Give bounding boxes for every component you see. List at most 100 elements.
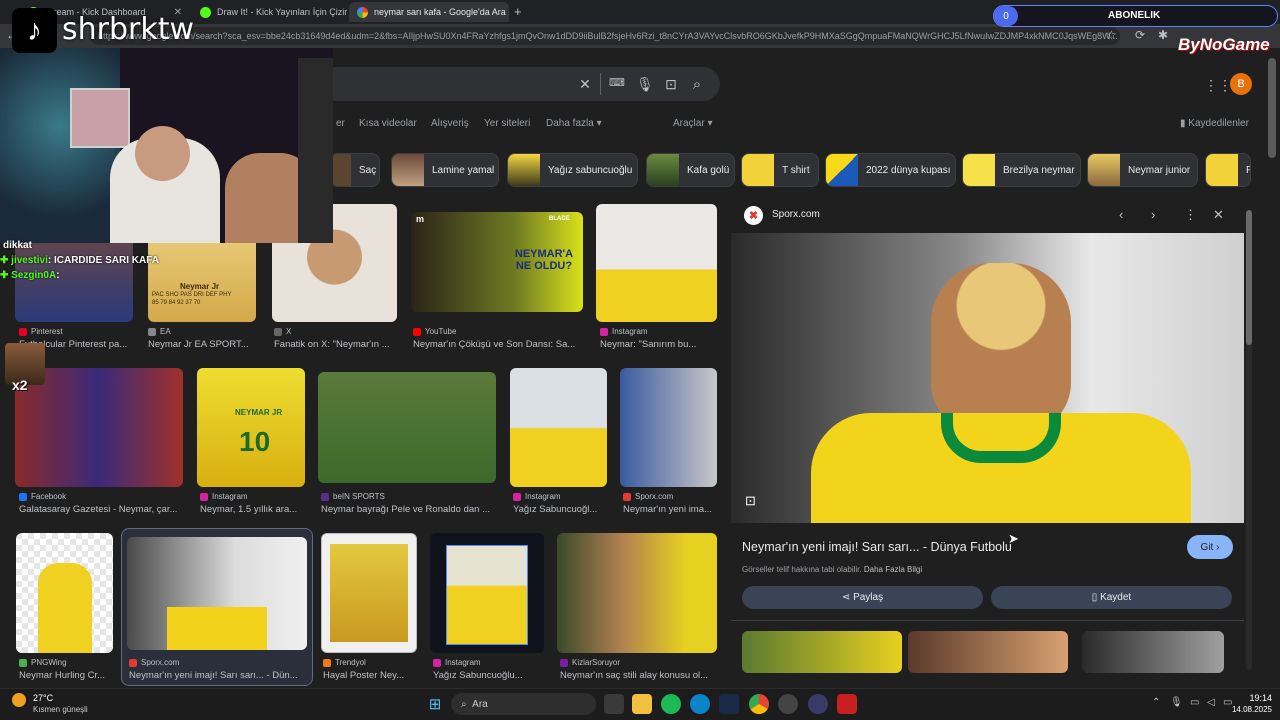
edge-icon[interactable] xyxy=(690,694,710,714)
microphone-icon[interactable]: 🎙 xyxy=(1170,697,1183,708)
next-icon[interactable]: › xyxy=(1151,207,1155,222)
chip-sac[interactable]: Saç xyxy=(330,153,380,187)
preview-image[interactable]: ⊡ xyxy=(731,233,1244,523)
steam-icon[interactable] xyxy=(719,694,739,714)
close-icon[interactable]: ✕ xyxy=(506,7,509,18)
related-image[interactable] xyxy=(742,631,902,673)
bookmark-star-icon[interactable]: ☆ xyxy=(1106,28,1117,42)
prev-icon[interactable]: ‹ xyxy=(1119,207,1123,222)
divider xyxy=(600,73,601,95)
result-image[interactable] xyxy=(557,533,717,653)
weather-desc[interactable]: Kısmen güneşli xyxy=(33,705,88,714)
lens-icon[interactable]: ⊡ xyxy=(745,493,756,509)
chip-brezilya[interactable]: Brezilya neymar xyxy=(962,153,1081,187)
result-caption[interactable]: Yağız Sabuncuoğl... xyxy=(513,504,609,515)
more-options-icon[interactable]: ⋮ xyxy=(1184,207,1197,223)
windows-start-icon[interactable]: ⊞ xyxy=(425,694,445,714)
tools-button[interactable]: Araçlar ▾ xyxy=(673,118,713,129)
clear-icon[interactable]: ✕ xyxy=(577,76,593,93)
result-caption[interactable]: Neymar'ın yeni ima... xyxy=(623,504,718,515)
jersey-number: 10 xyxy=(239,426,271,457)
spotify-icon[interactable] xyxy=(661,694,681,714)
result-image[interactable] xyxy=(127,537,307,650)
app-icon[interactable] xyxy=(778,694,798,714)
result-caption[interactable]: Neymar bayrağı Pele ve Ronaldo dan ... xyxy=(321,504,497,515)
related-image[interactable] xyxy=(908,631,1068,673)
share-button[interactable]: ⋖ Paylaş xyxy=(742,586,983,609)
nav-shopping[interactable]: Alışveriş xyxy=(431,118,469,129)
result-caption[interactable]: Neymar Jr EA SPORT... xyxy=(148,339,258,350)
chip-lamine-yamal[interactable]: Lamine yamal xyxy=(391,153,499,187)
result-image[interactable]: m BLADE NEYMAR'A NE OLDU? xyxy=(411,212,583,312)
more-info-link[interactable]: Daha Fazla Bilgi xyxy=(864,565,922,574)
result-caption[interactable]: Neymar Hurling Cr... xyxy=(19,670,114,681)
tab-draw-it[interactable]: Draw It! - Kick Yayınları İçin Çizim ✕ xyxy=(192,2,347,22)
extensions-icon[interactable]: ⟳ xyxy=(1135,28,1145,42)
lens-icon[interactable]: ⊡ xyxy=(663,76,679,93)
result-caption[interactable]: Yağız Sabuncuoğlu... xyxy=(433,670,543,681)
apps-grid-icon[interactable]: ⋮⋮ xyxy=(1204,77,1232,94)
result-image[interactable] xyxy=(16,533,113,653)
avatar[interactable]: B xyxy=(1230,73,1252,95)
result-caption[interactable]: Neymar, 1.5 yıllık ara... xyxy=(200,504,305,515)
result-image[interactable] xyxy=(318,372,496,483)
chip-fu[interactable]: Fu xyxy=(1205,153,1251,187)
url-field[interactable]: https://www.google.com/search?sca_esv=bb… xyxy=(90,27,1120,45)
file-explorer-icon[interactable] xyxy=(632,694,652,714)
discord-icon[interactable] xyxy=(808,694,828,714)
result-image[interactable] xyxy=(430,533,544,653)
volume-icon[interactable]: ◁ xyxy=(1207,697,1215,708)
panel-site-name[interactable]: Sporx.com xyxy=(772,209,820,220)
result-image[interactable] xyxy=(15,368,183,487)
chip-neymar-junior[interactable]: Neymar junior xyxy=(1087,153,1198,187)
search-icon[interactable]: ⌕ xyxy=(689,76,705,93)
result-image[interactable] xyxy=(620,368,717,487)
clock-time[interactable]: 19:14 xyxy=(1230,693,1272,703)
chip-t-shirt[interactable]: T shirt xyxy=(741,153,819,187)
keyboard-icon[interactable]: ⌨ xyxy=(609,76,625,89)
result-caption[interactable]: Fanatik on X: "Neymar'ın ... xyxy=(274,339,398,350)
result-image[interactable]: NEYMAR JR 10 xyxy=(197,368,305,487)
panel-title[interactable]: Neymar'ın yeni imajı! Sarı sarı... - Dün… xyxy=(742,540,1012,554)
new-tab-icon[interactable]: + xyxy=(514,4,522,19)
chip-yagiz[interactable]: Yağız sabuncuoğlu xyxy=(507,153,638,187)
chrome-icon[interactable] xyxy=(749,694,769,714)
page-scrollbar-thumb[interactable] xyxy=(1268,58,1276,158)
scrollbar-thumb[interactable] xyxy=(1246,210,1252,345)
temperature[interactable]: 27°C xyxy=(33,693,53,703)
panel-scrollbar[interactable] xyxy=(1246,210,1252,670)
puzzle-icon[interactable]: ✱ xyxy=(1158,28,1168,42)
obs-icon[interactable] xyxy=(837,694,857,714)
result-caption[interactable]: Neymar'ın yeni imajı! Sarı sarı... - Dün… xyxy=(129,670,307,681)
result-caption[interactable]: Neymar'ın saç stili alay konusu ol... xyxy=(560,670,718,681)
result-caption[interactable]: Hayal Poster Ney... xyxy=(323,670,419,681)
taskbar-search[interactable]: ⌕ Ara xyxy=(451,693,596,715)
chip-kafa-golu[interactable]: Kafa golü xyxy=(646,153,735,187)
clock-date[interactable]: 14.08.2025 xyxy=(1222,705,1272,714)
related-image[interactable] xyxy=(1082,631,1224,673)
result-caption[interactable]: Neymar: "Sanırım bu... xyxy=(600,339,718,350)
result-image[interactable] xyxy=(321,533,417,653)
chevron-up-icon[interactable]: ⌃ xyxy=(1152,697,1160,708)
go-button[interactable]: Git › xyxy=(1187,535,1233,559)
tab-google-search[interactable]: neymar sarı kafa - Google'da Ara ✕ xyxy=(349,2,509,22)
chip-2022[interactable]: 2022 dünya kupası xyxy=(825,153,956,187)
search-input[interactable] xyxy=(300,67,720,101)
network-icon[interactable]: ▭ xyxy=(1190,697,1199,708)
result-image[interactable] xyxy=(596,204,717,322)
collar-shape xyxy=(941,413,1061,463)
task-view-icon[interactable] xyxy=(604,694,624,714)
nav-more[interactable]: Daha fazla ▾ xyxy=(546,118,602,129)
weather-icon[interactable] xyxy=(12,693,26,707)
nav-short-videos[interactable]: Kısa videolar xyxy=(359,118,417,129)
nav-item[interactable]: er xyxy=(336,118,345,129)
nav-places[interactable]: Yer siteleri xyxy=(484,118,530,129)
saved-button[interactable]: ▮ Kaydedilenler xyxy=(1180,118,1249,129)
chip-label: Lamine yamal xyxy=(432,164,495,176)
save-button[interactable]: ▯ Kaydet xyxy=(991,586,1232,609)
microphone-icon[interactable]: 🎙 xyxy=(636,76,654,93)
close-panel-icon[interactable]: ✕ xyxy=(1213,207,1224,223)
result-caption[interactable]: Neymar'ın Çöküşü ve Son Dansı: Sa... xyxy=(413,339,585,350)
result-image[interactable] xyxy=(510,368,607,487)
result-caption[interactable]: Galatasaray Gazetesi - Neymar, çar... xyxy=(19,504,185,515)
